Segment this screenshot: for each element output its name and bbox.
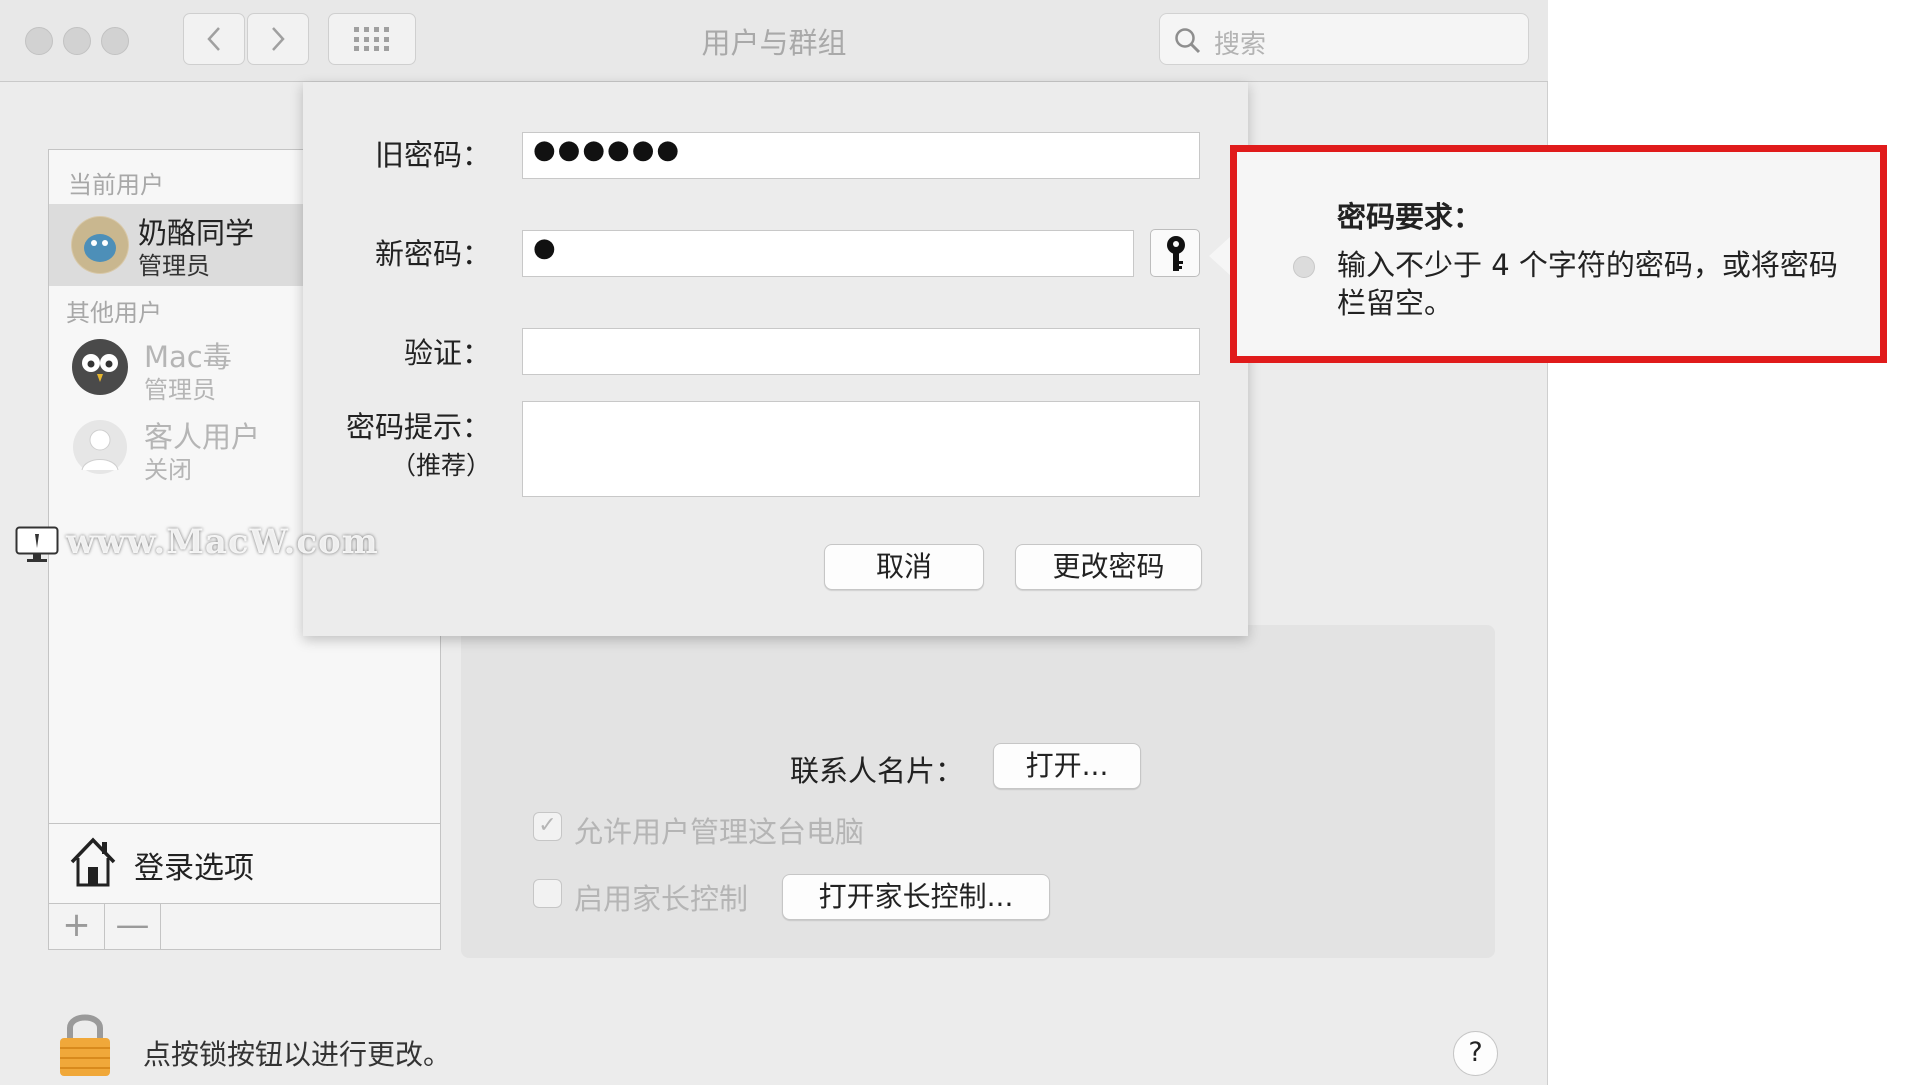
change-password-sheet: 旧密码： ●●●●●● 新密码： ● 验证： 密码提示： （推荐） 取消 更改密… <box>303 82 1248 636</box>
open-parental-controls-button[interactable]: 打开家长控制... <box>782 874 1050 920</box>
parental-controls-checkbox[interactable] <box>533 879 562 908</box>
user-role: 管理员 <box>144 376 216 404</box>
watermark-text: www.MacW.com <box>66 522 379 562</box>
old-password-value: ●●●●●● <box>533 135 682 165</box>
user-role: 管理员 <box>138 252 210 280</box>
lock-button[interactable] <box>56 1010 114 1082</box>
avatar <box>71 338 129 396</box>
cartoon-avatar-icon <box>72 217 128 273</box>
parental-controls-label: 启用家长控制 <box>574 882 749 916</box>
password-requirements-popover: 密码要求： 输入不少于 4 个字符的密码，或将密码栏留空。 <box>1230 145 1887 363</box>
new-password-field[interactable]: ● <box>522 230 1134 277</box>
password-hint-field[interactable] <box>522 401 1200 497</box>
title-bar: 用户与群组 搜索 <box>0 0 1548 82</box>
requirement-text: 输入不少于 4 个字符的密码，或将密码栏留空。 <box>1337 248 1838 320</box>
lock-icon <box>60 1014 110 1076</box>
old-password-field[interactable]: ●●●●●● <box>522 132 1200 179</box>
verify-label: 验证： <box>403 336 491 370</box>
add-remove-bar: + — <box>49 903 440 949</box>
password-hint-recommended: （推荐） <box>390 451 491 480</box>
contact-card-label: 联系人名片： <box>790 754 965 788</box>
key-icon <box>1167 236 1185 271</box>
monitor-logo-icon <box>15 526 59 562</box>
avatar <box>71 418 129 476</box>
change-password-button[interactable]: 更改密码 <box>1015 544 1202 590</box>
lock-hint-text: 点按锁按钮以进行更改。 <box>143 1038 452 1071</box>
search-field[interactable]: 搜索 <box>1159 13 1529 65</box>
guest-user-icon <box>73 420 127 474</box>
popover-title: 密码要求： <box>1337 200 1483 234</box>
other-users-heading: 其他用户 <box>66 299 162 327</box>
help-button[interactable]: ? <box>1453 1031 1498 1076</box>
search-icon <box>1175 28 1201 54</box>
login-options-item[interactable]: 登录选项 <box>49 823 440 903</box>
user-role: 关闭 <box>144 456 192 484</box>
remove-user-button[interactable]: — <box>105 904 161 949</box>
add-user-button[interactable]: + <box>49 904 105 949</box>
password-hint-label: 密码提示： <box>345 410 491 444</box>
search-placeholder: 搜索 <box>1214 30 1267 60</box>
verify-password-field[interactable] <box>522 328 1200 375</box>
avatar <box>71 216 129 274</box>
house-icon <box>70 837 116 887</box>
new-password-value: ● <box>533 233 558 263</box>
login-options-label: 登录选项 <box>134 851 254 886</box>
open-contact-button[interactable]: 打开... <box>993 743 1141 789</box>
password-assistant-button[interactable] <box>1150 229 1200 277</box>
current-users-heading: 当前用户 <box>68 171 164 199</box>
allow-admin-label: 允许用户管理这台电脑 <box>574 815 865 849</box>
requirement-status-indicator <box>1293 256 1315 278</box>
owl-avatar-icon <box>72 339 128 395</box>
cancel-button[interactable]: 取消 <box>824 544 984 590</box>
new-password-label: 新密码： <box>374 237 491 271</box>
allow-admin-checkbox[interactable]: ✓ <box>533 812 562 841</box>
popover-arrow <box>1209 236 1231 276</box>
old-password-label: 旧密码： <box>374 138 491 172</box>
